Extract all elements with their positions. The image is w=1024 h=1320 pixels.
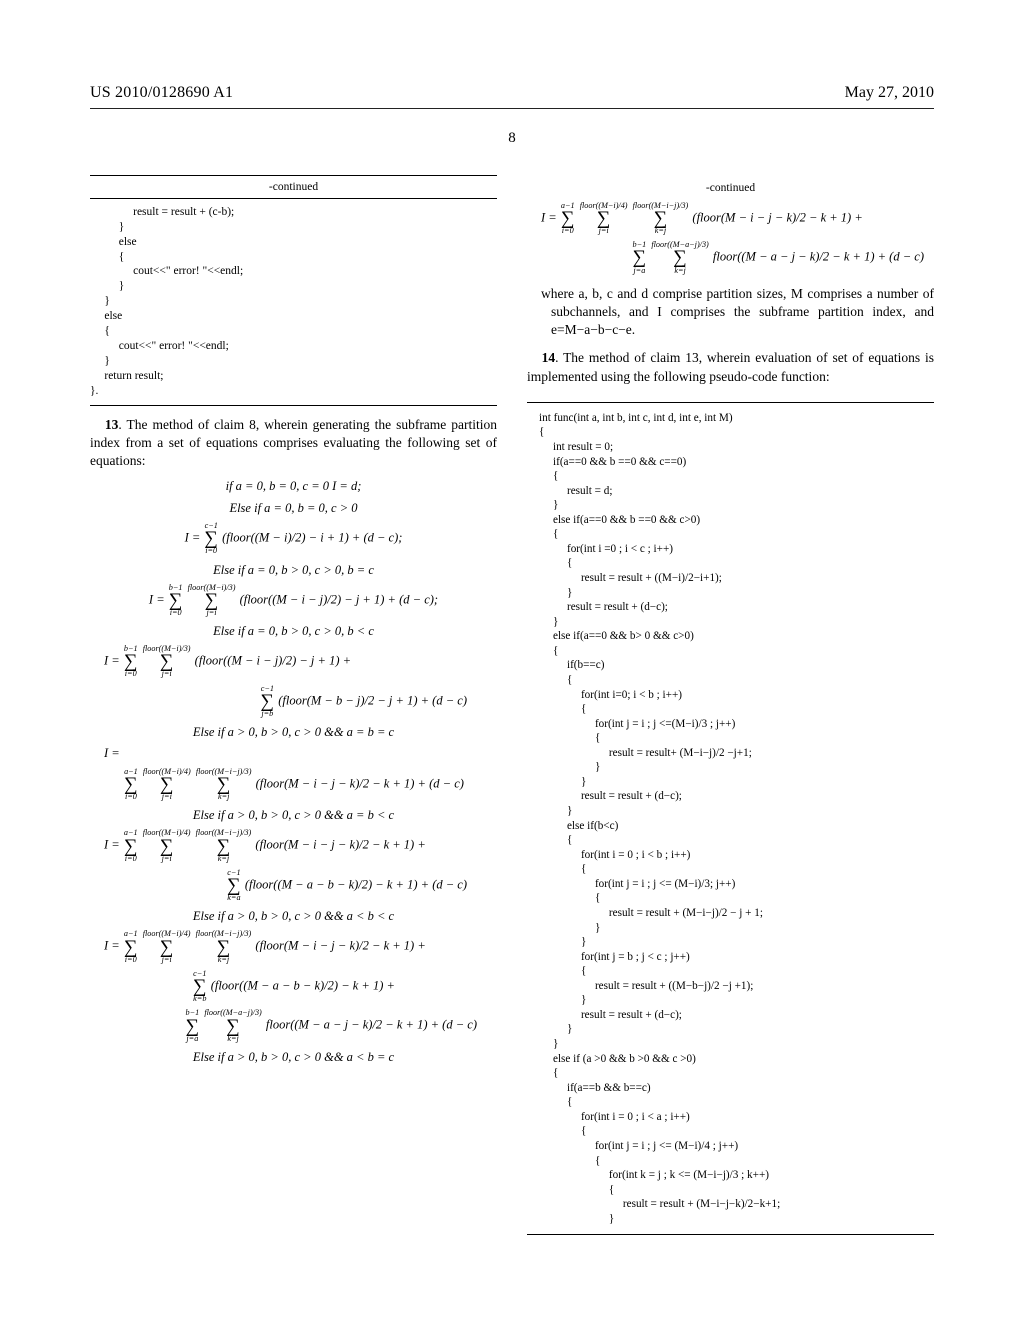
eq-case7-line2: c−1∑k=b (floor((M − a − b − k)/2) − k + … xyxy=(90,970,497,1004)
eq-case4-line1: I = b−1∑i=0 floor((M−i)/3)∑j=i (floor((M… xyxy=(90,645,497,679)
eq-case6-line1: I = a−1∑i=0 floor((M−i)/4)∑j=i floor((M−… xyxy=(90,829,497,863)
eq-case7-line1: I = a−1∑i=0 floor((M−i)/4)∑j=i floor((M−… xyxy=(90,930,497,964)
page-number: 8 xyxy=(0,130,1024,147)
eq-case3: I = b−1∑i=0 floor((M−i)/3)∑j=i (floor((M… xyxy=(90,584,497,618)
claim-13: 13. The method of claim 8, wherein gener… xyxy=(90,416,497,471)
eq-right-line2: b−1∑j=a floor((M−a−j)/3)∑k=j floor((M − … xyxy=(527,241,934,275)
eq-case4-line2: c−1∑j=b (floor(M − b − j)/2 − j + 1) + (… xyxy=(90,685,497,719)
continued-eq-right: -continued I = a−1∑i=0 floor((M−i)/4)∑j=… xyxy=(527,181,934,275)
eq-case8-label: Else if a > 0, b > 0, c > 0 && a < b = c xyxy=(90,1049,497,1065)
pseudo-code-function: int func(int a, int b, int c, int d, int… xyxy=(527,411,934,1227)
publication-date: May 27, 2010 xyxy=(845,84,934,102)
eq-case6-label: Else if a > 0, b > 0, c > 0 && a = b < c xyxy=(90,807,497,823)
claim-number: 13 xyxy=(105,417,119,432)
eq-case2: I = c−1∑i=0 (floor((M − i)/2) − i + 1) +… xyxy=(90,522,497,556)
eq-case7-label: Else if a > 0, b > 0, c > 0 && a < b < c xyxy=(90,908,497,924)
eq-case5-label: Else if a > 0, b > 0, c > 0 && a = b = c xyxy=(90,724,497,740)
eq-right-line1: I = a−1∑i=0 floor((M−i)/4)∑j=i floor((M−… xyxy=(527,202,934,236)
pseudo-code-card: int func(int a, int b, int c, int d, int… xyxy=(527,402,934,1236)
claim-14-text: . The method of claim 13, wherein evalua… xyxy=(527,350,934,383)
eq-case1: if a = 0, b = 0, c = 0 I = d; xyxy=(90,479,497,495)
continued-label: -continued xyxy=(90,180,497,199)
eq-case7-line3: b−1∑j=a floor((M−a−j)/3)∑k=j floor((M − … xyxy=(90,1009,497,1043)
body-columns: -continued result = result + (c-b); } el… xyxy=(90,175,934,1280)
pseudo-code-fragment: result = result + (c-b); } else { cout<<… xyxy=(90,205,497,399)
continued-block-left: -continued result = result + (c-b); } el… xyxy=(90,175,497,406)
eq-case6-line2: c−1∑k=a (floor((M − a − b − k)/2) − k + … xyxy=(90,869,497,903)
claim-number-14: 14 xyxy=(542,350,556,365)
patent-page: US 2010/0128690 A1 May 27, 2010 8 -conti… xyxy=(0,0,1024,1320)
continued-label-right: -continued xyxy=(527,181,934,196)
eq-case3-label: Else if a = 0, b > 0, c > 0, b = c xyxy=(90,562,497,578)
continued-code-box: -continued result = result + (c-b); } el… xyxy=(90,175,497,406)
header-rule xyxy=(90,108,934,109)
eq-case5: a−1∑i=0 floor((M−i)/4)∑j=i floor((M−i−j)… xyxy=(90,768,497,802)
eq-case5-pre: I = xyxy=(90,746,497,762)
eq-case2-label: Else if a = 0, b = 0, c > 0 xyxy=(90,500,497,516)
where-definition: where a, b, c and d comprise partition s… xyxy=(551,285,934,340)
claim-13-text: . The method of claim 8, wherein generat… xyxy=(90,417,497,468)
claim-14: 14. The method of claim 13, wherein eval… xyxy=(527,349,934,385)
publication-number: US 2010/0128690 A1 xyxy=(90,84,233,102)
eq-case4-label: Else if a = 0, b > 0, c > 0, b < c xyxy=(90,623,497,639)
